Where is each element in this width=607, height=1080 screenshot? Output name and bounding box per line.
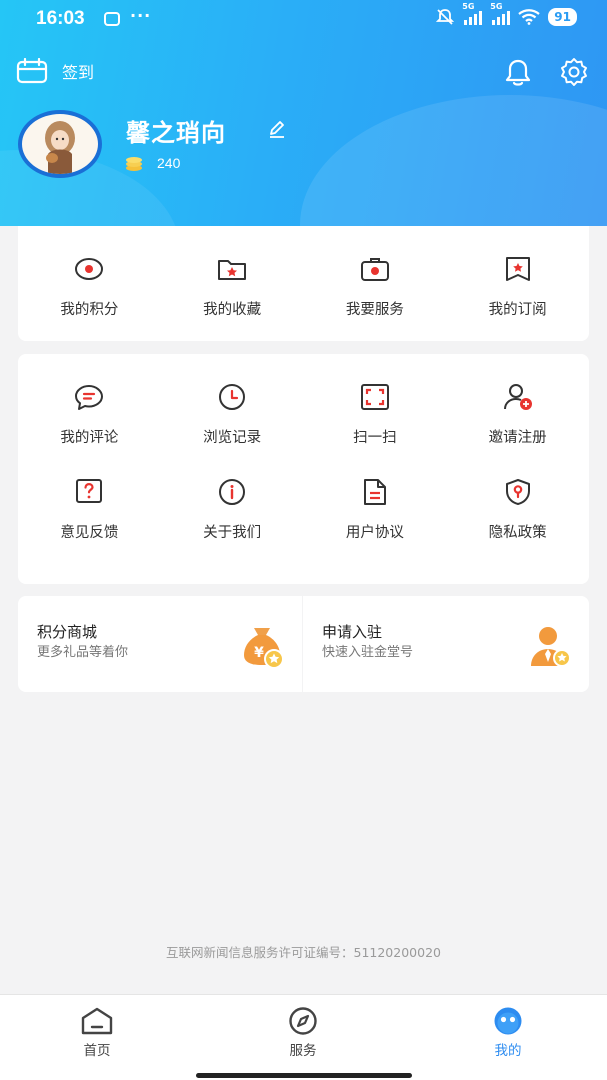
tab-home[interactable]: 首页 xyxy=(57,1007,137,1059)
home-icon xyxy=(81,1007,113,1035)
coin-stack-icon xyxy=(126,157,142,171)
more-notifications-indicator: ··· xyxy=(130,6,152,25)
scan-icon xyxy=(360,382,390,412)
points-mall-subtitle: 更多礼品等着你 xyxy=(37,645,129,660)
cell-signal-icon: 5G xyxy=(462,2,483,25)
tool-privacy[interactable]: 隐私政策 xyxy=(446,447,589,542)
avatar[interactable] xyxy=(18,110,102,178)
bell-icon[interactable] xyxy=(503,58,533,86)
svg-text:¥: ¥ xyxy=(254,645,264,661)
points-icon xyxy=(74,254,104,284)
gear-icon[interactable] xyxy=(558,56,590,88)
cell-signal-icon: 5G xyxy=(490,2,511,25)
points-mall-card[interactable]: 积分商城 更多礼品等着你 ¥ xyxy=(18,596,302,692)
money-bag-icon: ¥ xyxy=(244,628,284,669)
tool-invite[interactable]: 邀请注册 xyxy=(446,354,589,447)
notification-app-icon xyxy=(104,12,120,26)
quick-action-favorites[interactable]: 我的收藏 xyxy=(161,226,304,319)
invite-user-icon xyxy=(503,382,533,412)
quick-action-label: 我要服务 xyxy=(345,302,404,318)
tool-label: 邀请注册 xyxy=(488,430,547,446)
points-mall-title: 积分商城 xyxy=(37,623,98,641)
service-bag-icon xyxy=(360,254,390,284)
calendar-icon xyxy=(16,58,48,84)
info-icon xyxy=(217,477,247,507)
quick-actions-card: 我的积分 我的收藏 我要服务 我的订阅 xyxy=(18,226,589,341)
tools-card: 我的评论 浏览记录 扫一扫 邀请注册 意见反馈 关于我们 用户协议 隐私政策 xyxy=(18,354,589,584)
apply-join-subtitle: 快速入驻金堂号 xyxy=(322,645,414,660)
apply-join-card[interactable]: 申请入驻 快速入驻金堂号 xyxy=(303,596,589,692)
tool-label: 隐私政策 xyxy=(488,525,547,541)
points-balance: 240 xyxy=(157,155,181,171)
compass-icon xyxy=(289,1007,317,1035)
bottom-tab-bar: 首页 服务 我的 xyxy=(0,994,607,1080)
status-time: 16:03 xyxy=(36,8,85,29)
tab-service[interactable]: 服务 xyxy=(263,1007,343,1059)
status-icons: 5G 5G 91 xyxy=(436,2,577,26)
status-bar: 16:03 ··· 5G 5G 91 xyxy=(0,0,607,40)
quick-action-label: 我的收藏 xyxy=(203,302,262,318)
edit-icon[interactable] xyxy=(268,120,286,138)
privacy-shield-icon xyxy=(503,477,533,507)
checkin-label: 签到 xyxy=(62,63,95,82)
username: 馨之琑向 xyxy=(126,119,226,147)
certified-user-icon xyxy=(531,627,571,667)
home-indicator[interactable] xyxy=(196,1073,412,1078)
battery-indicator: 91 xyxy=(548,8,577,26)
quick-action-label: 我的积分 xyxy=(60,302,119,318)
agreement-document-icon xyxy=(360,477,390,507)
comment-icon xyxy=(74,382,104,412)
tool-label: 浏览记录 xyxy=(203,430,262,446)
wifi-icon xyxy=(518,9,541,25)
tab-label: 我的 xyxy=(494,1043,522,1059)
favorites-folder-icon xyxy=(217,254,247,284)
tool-label: 意见反馈 xyxy=(60,525,119,541)
quick-action-points[interactable]: 我的积分 xyxy=(18,226,161,319)
history-clock-icon xyxy=(217,382,247,412)
quick-action-service[interactable]: 我要服务 xyxy=(304,226,447,319)
license-text: 互联网新闻信息服务许可证编号：51120200020 xyxy=(166,945,441,960)
tool-scan[interactable]: 扫一扫 xyxy=(304,354,447,447)
feedback-question-icon xyxy=(74,477,104,507)
tool-label: 我的评论 xyxy=(60,430,119,446)
profile-header: 16:03 ··· 5G 5G 91 签到 馨之琑向 240 xyxy=(0,0,607,226)
tool-feedback[interactable]: 意见反馈 xyxy=(18,447,161,542)
checkin-button[interactable]: 签到 xyxy=(16,58,94,84)
tool-agreement[interactable]: 用户协议 xyxy=(304,447,447,542)
subscription-bookmark-icon xyxy=(503,254,533,284)
quick-action-subscription[interactable]: 我的订阅 xyxy=(446,226,589,319)
tab-label: 首页 xyxy=(83,1043,111,1059)
tool-history[interactable]: 浏览记录 xyxy=(161,354,304,447)
apply-join-title: 申请入驻 xyxy=(322,623,383,641)
tab-mine[interactable]: 我的 xyxy=(468,1007,548,1059)
quick-action-label: 我的订阅 xyxy=(488,302,547,318)
tool-label: 关于我们 xyxy=(203,525,262,541)
mute-icon xyxy=(436,9,455,25)
tool-comments[interactable]: 我的评论 xyxy=(18,354,161,447)
tool-about[interactable]: 关于我们 xyxy=(161,447,304,542)
header-decoration xyxy=(300,95,607,226)
tool-label: 用户协议 xyxy=(345,525,404,541)
tool-label: 扫一扫 xyxy=(353,430,397,446)
avatar-illustration xyxy=(45,121,75,174)
profile-face-icon xyxy=(494,1007,522,1035)
tab-label: 服务 xyxy=(289,1043,317,1059)
